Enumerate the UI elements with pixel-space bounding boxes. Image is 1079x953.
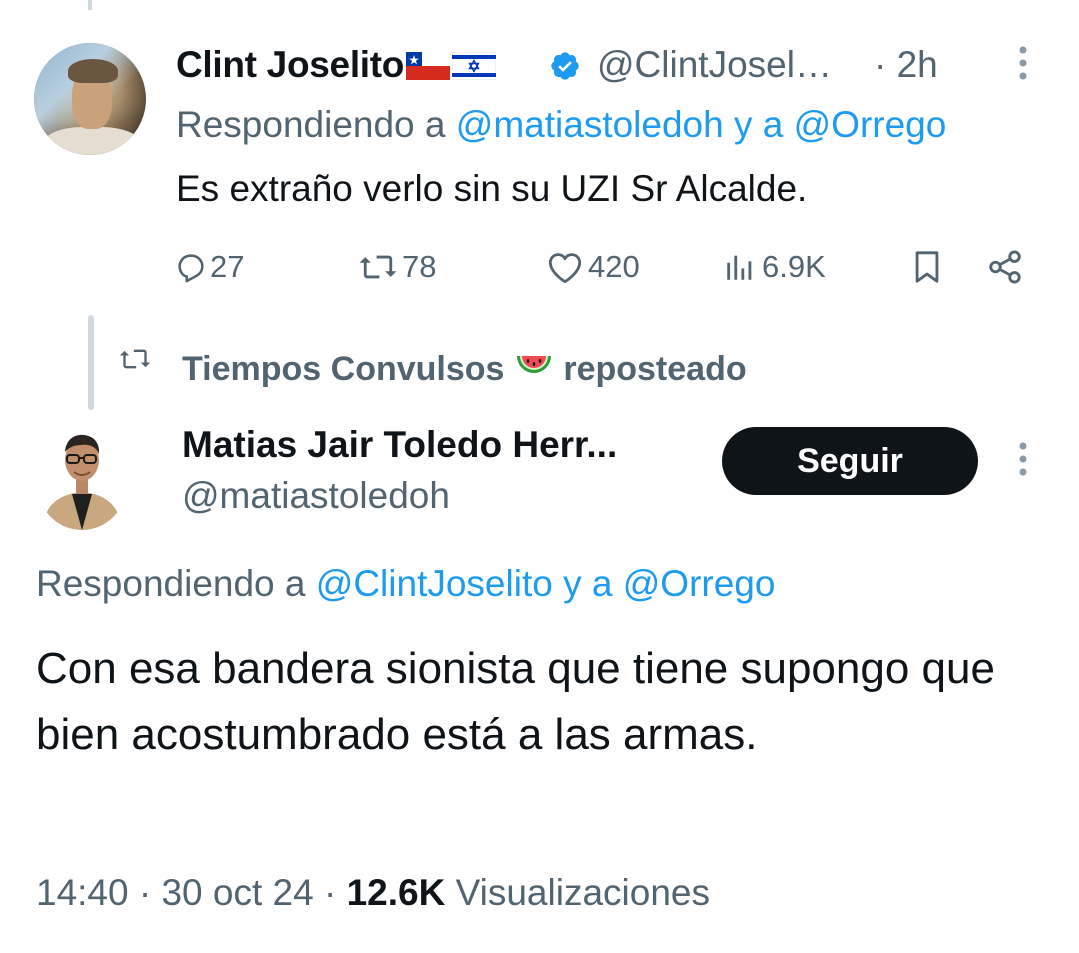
thread-connector-top (88, 0, 92, 10)
views-icon (722, 250, 758, 284)
tweet2-views-count: 12.6K (346, 872, 446, 913)
follow-button[interactable]: Seguir (722, 427, 978, 495)
tweet2-views-label: Visualizaciones (455, 872, 710, 913)
like-count: 420 (588, 249, 640, 284)
chile-flag-icon (406, 47, 451, 80)
reply-icon (174, 250, 208, 284)
repost-banner[interactable]: Tiempos Convulsos reposteado (182, 350, 747, 393)
tweet1-time[interactable]: · 2h (874, 44, 938, 86)
tweet1-reply-prefix: Respondiendo a (176, 104, 446, 145)
tweet2-time[interactable]: 14:40 (36, 872, 129, 913)
avatar-clint-joselito[interactable] (34, 43, 146, 155)
reposter-name: Tiempos Convulsos (182, 350, 505, 388)
reposted-suffix: reposteado (563, 350, 747, 388)
tweet2-handle[interactable]: @matiastoledoh (182, 475, 450, 517)
israel-flag-icon (451, 47, 497, 81)
avatar-matias-toledo[interactable] (38, 418, 126, 530)
more-options-icon[interactable] (1012, 44, 1034, 84)
repost-count: 78 (402, 249, 437, 284)
views-button[interactable]: 6.9K (722, 245, 826, 289)
tweet1-text: Es extraño verlo sin su UZI Sr Alcalde. (176, 168, 808, 209)
tweet2-display-name[interactable]: Matias Jair Toledo Herr... (182, 424, 617, 466)
share-icon[interactable] (985, 245, 1025, 289)
repost-banner-icon (117, 345, 153, 373)
tweet2-metadata: 14:40 · 30 oct 24 · 12.6K Visualizacione… (36, 872, 710, 913)
like-button[interactable]: 420 (546, 245, 640, 289)
tweet2-reply-mentions[interactable]: @ClintJoselito y a @Orrego (316, 563, 776, 604)
verified-badge-icon (549, 50, 581, 82)
thread-connector (88, 315, 94, 410)
tweet1-reply-mentions[interactable]: @matiastoledoh y a @Orrego (456, 104, 947, 145)
views-count: 6.9K (762, 249, 826, 284)
tweet1-display-name: Clint Joselito (176, 44, 405, 85)
repost-button[interactable]: 78 (356, 245, 436, 289)
tweet1-replying-to: Respondiendo a @matiastoledoh y a @Orreg… (176, 104, 946, 146)
tweet2-replying-to: Respondiendo a @ClintJoselito y a @Orreg… (36, 563, 775, 605)
repost-icon (356, 250, 400, 284)
watermelon-icon (514, 350, 554, 393)
reply-count: 27 (210, 249, 245, 284)
tweet2-text: Con esa bandera sionista que tiene supon… (36, 644, 995, 759)
more-options-icon[interactable] (1012, 440, 1034, 480)
bookmark-icon[interactable] (910, 245, 944, 289)
tweet1-handle[interactable]: @ClintJosel… (597, 44, 832, 86)
tweet2-reply-prefix: Respondiendo a (36, 563, 306, 604)
reply-button[interactable]: 27 (174, 245, 244, 289)
tweet2-date[interactable]: 30 oct 24 (161, 872, 313, 913)
like-icon (546, 250, 584, 284)
tweet1-author-name[interactable]: Clint Joselito (176, 44, 497, 86)
